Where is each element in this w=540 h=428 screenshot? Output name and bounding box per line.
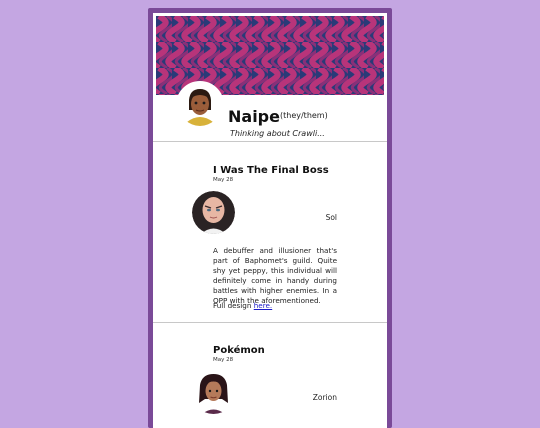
post-author[interactable]: Zorion [313, 393, 337, 402]
full-design-link[interactable]: here. [254, 301, 272, 310]
post-link-prefix: Full design [213, 301, 252, 310]
profile-name: Naipe [228, 107, 280, 126]
author-avatar-image [192, 191, 235, 234]
profile-avatar-image [179, 84, 221, 126]
divider [153, 141, 387, 142]
post-author[interactable]: Sol [326, 213, 337, 222]
post-author-avatar[interactable] [192, 371, 235, 414]
post-link-line: Full design here. [213, 301, 272, 310]
profile-card-body: Naipe (they/them) Thinking about Crawli.… [153, 13, 387, 428]
profile-pronouns: (they/them) [280, 111, 328, 120]
post-body: A debuffer and illusioner that's part of… [213, 246, 337, 305]
profile-avatar[interactable] [176, 81, 224, 129]
profile-card: Naipe (they/them) Thinking about Crawli.… [148, 8, 392, 428]
post-title[interactable]: I Was The Final Boss [213, 165, 329, 176]
author-avatar-image [192, 371, 235, 414]
post-date: May 28 [213, 177, 234, 183]
post-date: May 28 [213, 357, 234, 363]
divider [153, 322, 387, 323]
post-author-avatar[interactable] [192, 191, 235, 234]
post-title[interactable]: Pokémon [213, 345, 265, 356]
profile-status: Thinking about Crawli... [230, 129, 325, 138]
